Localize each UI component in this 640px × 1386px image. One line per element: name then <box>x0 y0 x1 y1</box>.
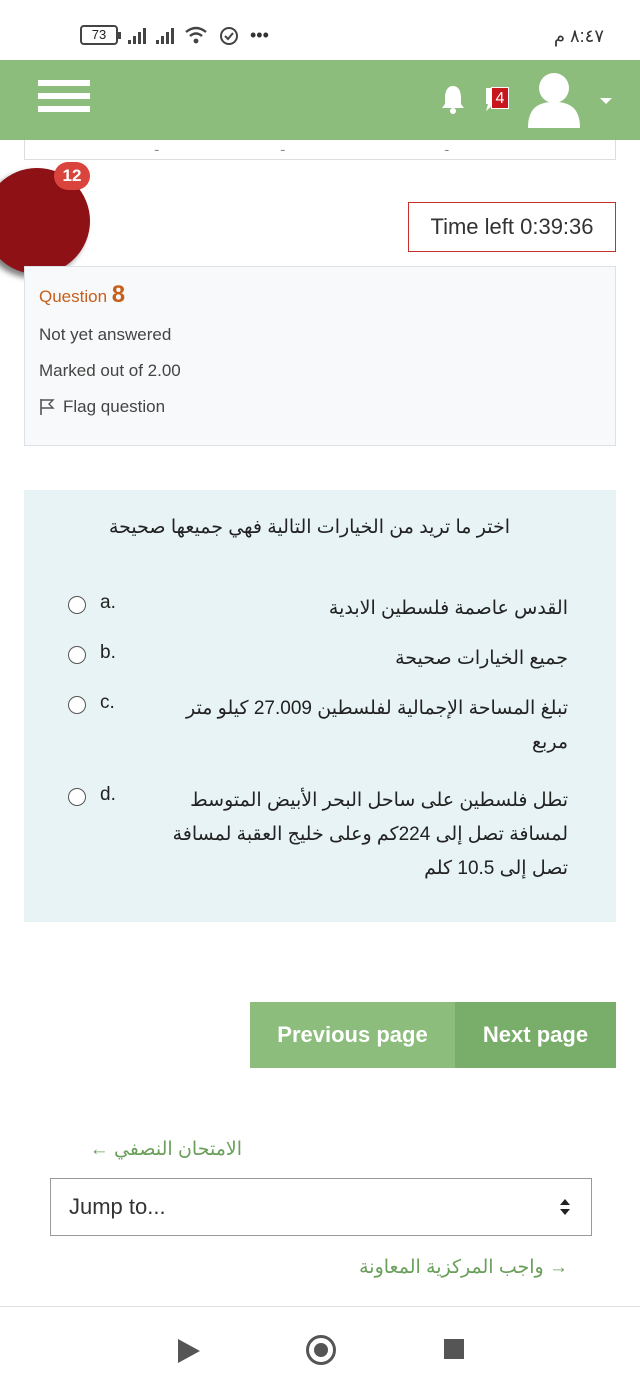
previous-page-button[interactable]: Previous page <box>250 1002 455 1068</box>
bell-icon[interactable] <box>441 82 465 116</box>
answer-option-a[interactable]: a. القدس عاصمة فلسطين الابدية <box>68 592 588 622</box>
radio-button[interactable] <box>68 696 86 714</box>
more-notifications-icon: ••• <box>250 24 269 45</box>
option-text: جميع الخيارات صحيحة <box>395 648 568 669</box>
question-text: اختر ما تريد من الخيارات التالية فهي جمي… <box>108 517 510 538</box>
option-text: تطل فلسطين على ساحل البحر الأبيض المتوسط… <box>172 790 568 879</box>
option-label: a. <box>100 592 116 613</box>
option-label: b. <box>100 642 116 663</box>
answer-option-c[interactable]: c. تبلغ المساحة الإجمالية لفلسطين 27.009… <box>68 692 588 762</box>
question-content: اختر ما تريد من الخيارات التالية فهي جمي… <box>24 490 616 922</box>
option-label: d. <box>100 784 116 805</box>
alarm-icon <box>220 27 238 45</box>
user-avatar-icon[interactable] <box>524 68 584 132</box>
nav-drawer-fragment: ـ ـ ـ <box>24 140 616 160</box>
answer-option-b[interactable]: b. جميع الخيارات صحيحة <box>68 642 588 672</box>
system-nav-bar <box>0 1306 640 1386</box>
next-activity-link[interactable]: → واجب المركزية المعاونة <box>359 1256 568 1279</box>
question-info-panel: Question 8 Not yet answered Marked out o… <box>24 266 616 446</box>
signal-icon-2 <box>156 26 174 44</box>
previous-activity-link[interactable]: الامتحان النصفي ← <box>90 1138 242 1161</box>
question-number: Question 8 <box>39 281 601 309</box>
battery-icon: 73 <box>80 25 121 45</box>
status-bar: 73 ••• ٨:٤٧ م <box>0 0 640 60</box>
next-page-button[interactable]: Next page <box>455 1002 616 1068</box>
menu-icon[interactable] <box>38 80 90 120</box>
question-prefix: Question <box>39 287 108 306</box>
flag-question-link[interactable]: Flag question <box>39 397 601 417</box>
radio-button[interactable] <box>68 596 86 614</box>
jump-to-value: Jump to... <box>69 1194 166 1219</box>
flag-question-label: Flag question <box>63 397 166 416</box>
radio-button[interactable] <box>68 788 86 806</box>
radio-button[interactable] <box>68 646 86 664</box>
question-status: Not yet answered <box>39 325 172 344</box>
wifi-icon <box>185 26 207 44</box>
option-text: تبلغ المساحة الإجمالية لفلسطين 27.009 كي… <box>186 698 568 753</box>
app-header: 4 <box>0 60 640 140</box>
option-label: c. <box>100 692 115 713</box>
question-number-value: 8 <box>111 281 126 308</box>
flag-icon <box>40 399 55 415</box>
select-arrows-icon <box>560 1199 570 1215</box>
quiz-timer: Time left 0:39:36 <box>408 202 616 252</box>
notification-count-badge: 12 <box>54 162 90 190</box>
recent-apps-icon[interactable] <box>444 1339 464 1359</box>
signal-icon <box>128 26 146 44</box>
question-marks: Marked out of 2.00 <box>39 361 181 380</box>
back-icon[interactable] <box>178 1339 200 1363</box>
jump-to-select[interactable]: Jump to... <box>50 1178 592 1236</box>
clock: ٨:٤٧ م <box>553 26 604 46</box>
option-text: القدس عاصمة فلسطين الابدية <box>328 598 568 619</box>
status-icons: 73 ••• <box>80 24 269 46</box>
home-icon[interactable] <box>306 1335 336 1365</box>
answer-option-d[interactable]: d. تطل فلسطين على ساحل البحر الأبيض المت… <box>68 784 588 888</box>
message-badge: 4 <box>491 87 509 109</box>
chevron-down-icon[interactable] <box>600 98 612 104</box>
